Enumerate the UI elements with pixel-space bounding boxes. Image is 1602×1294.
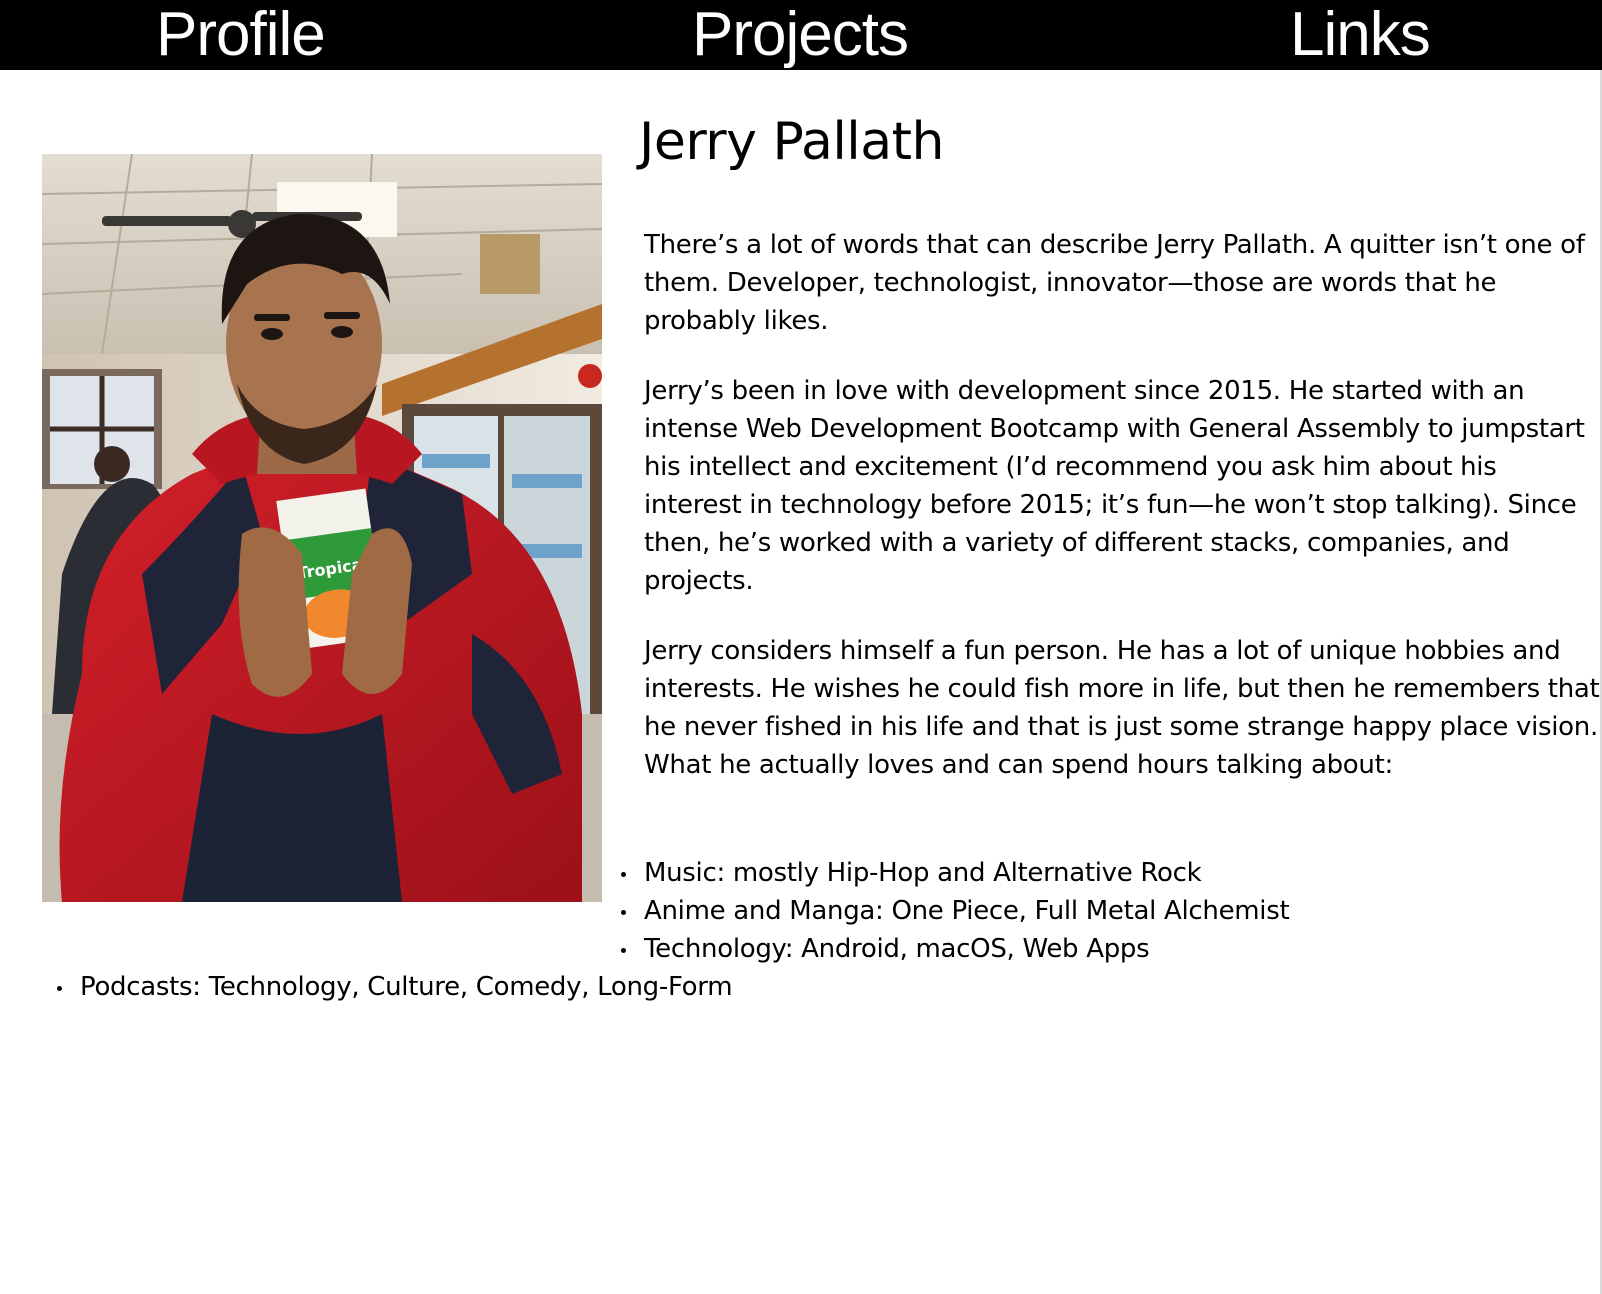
list-item: Music: mostly Hip-Hop and Alternative Ro… [620, 854, 1289, 892]
top-nav: Profile Projects Links [0, 0, 1602, 70]
nav-link-projects[interactable]: Projects [692, 0, 909, 70]
list-item: Technology: Android, macOS, Web Apps [620, 930, 1289, 968]
nav-link-profile[interactable]: Profile [156, 0, 326, 70]
bio-paragraph: There’s a lot of words that can describe… [644, 230, 1585, 336]
list-item: Podcasts: Technology, Culture, Comedy, L… [56, 968, 1289, 1006]
bio-paragraph: Jerry’s been in love with development si… [644, 376, 1585, 596]
nav-link-links[interactable]: Links [1290, 0, 1431, 70]
interests-list: Music: mostly Hip-Hop and Alternative Ro… [56, 854, 1290, 1006]
list-item: Anime and Manga: One Piece, Full Metal A… [620, 892, 1290, 930]
profile-photo: Tropicana [42, 154, 602, 902]
profile-photo-illustration: Tropicana [42, 154, 602, 902]
profile-name: Jerry Pallath [639, 112, 944, 172]
bio-paragraph: Jerry considers himself a fun person. He… [644, 636, 1600, 780]
